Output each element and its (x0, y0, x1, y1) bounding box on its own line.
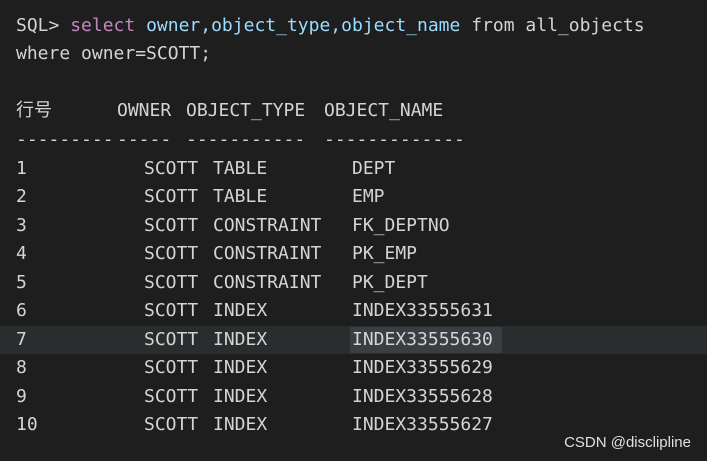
table-row: 1 SCOTT TABLE DEPT (0, 155, 707, 183)
where-clause-line: where owner=SCOTT; (16, 43, 212, 64)
row-number: 2 (16, 186, 27, 207)
row-owner: SCOTT (144, 243, 199, 264)
row-number: 7 (16, 329, 27, 350)
row-object-name: INDEX33555631 (352, 300, 493, 321)
row-object-name: INDEX33555627 (352, 414, 493, 435)
row-object-type: INDEX (213, 300, 268, 321)
row-object-type: CONSTRAINT (213, 215, 322, 236)
header-object-type: OBJECT_TYPE (186, 100, 306, 121)
row-object-type: TABLE (213, 158, 268, 179)
row-number: 8 (16, 357, 27, 378)
separator-owner: ----- (117, 129, 172, 150)
row-number: 1 (16, 158, 27, 179)
row-object-type: INDEX (213, 357, 268, 378)
table-row: 3 SCOTT CONSTRAINT FK_DEPTNO (0, 212, 707, 240)
row-owner: SCOTT (144, 386, 199, 407)
row-number: 6 (16, 300, 27, 321)
row-object-name: PK_EMP (352, 243, 418, 264)
row-owner: SCOTT (144, 215, 199, 236)
sql-query-line: SQL> select owner,object_type,object_nam… (16, 12, 645, 40)
sql-prompt: SQL> (16, 15, 60, 36)
row-number: 10 (16, 414, 38, 435)
separator-rownum: --------- (16, 129, 114, 150)
row-owner: SCOTT (144, 357, 199, 378)
result-header: 行号 OWNER OBJECT_TYPE OBJECT_NAME (0, 97, 707, 125)
row-owner: SCOTT (144, 158, 199, 179)
row-number: 5 (16, 272, 27, 293)
row-object-type: CONSTRAINT (213, 272, 322, 293)
row-object-name: EMP (352, 186, 385, 207)
row-object-name: INDEX33555630 (352, 329, 493, 350)
separator-object-name: ------------- (324, 129, 465, 150)
row-number: 4 (16, 243, 27, 264)
row-owner: SCOTT (144, 329, 199, 350)
from-keyword: from (471, 15, 515, 36)
row-object-type: CONSTRAINT (213, 243, 322, 264)
table-name: all_objects (525, 15, 645, 36)
header-separator: --------- ----- ----------- ------------… (0, 126, 707, 154)
row-object-type: INDEX (213, 329, 268, 350)
row-object-name: DEPT (352, 158, 396, 179)
row-number: 3 (16, 215, 27, 236)
header-owner: OWNER (117, 100, 172, 121)
row-number: 9 (16, 386, 27, 407)
selected-columns: owner,object_type,object_name (146, 15, 461, 36)
watermark: CSDN @disclipline (564, 434, 691, 451)
row-owner: SCOTT (144, 414, 199, 435)
row-object-name: FK_DEPTNO (352, 215, 450, 236)
table-row: 7 SCOTT INDEX INDEX33555630 (0, 326, 707, 354)
table-row: 8 SCOTT INDEX INDEX33555629 (0, 354, 707, 382)
table-row: 2 SCOTT TABLE EMP (0, 183, 707, 211)
row-object-type: INDEX (213, 386, 268, 407)
row-owner: SCOTT (144, 272, 199, 293)
table-row: 9 SCOTT INDEX INDEX33555628 (0, 383, 707, 411)
row-owner: SCOTT (144, 186, 199, 207)
table-row: 5 SCOTT CONSTRAINT PK_DEPT (0, 269, 707, 297)
row-object-name: INDEX33555628 (352, 386, 493, 407)
header-rownum: 行号 (16, 100, 52, 121)
terminal-window: SQL> select owner,object_type,object_nam… (0, 0, 707, 461)
header-object-name: OBJECT_NAME (324, 100, 444, 121)
row-object-type: INDEX (213, 414, 268, 435)
separator-object-type: ----------- (186, 129, 306, 150)
row-object-type: TABLE (213, 186, 268, 207)
table-row: 4 SCOTT CONSTRAINT PK_EMP (0, 240, 707, 268)
select-keyword: select (70, 15, 136, 36)
row-object-name: PK_DEPT (352, 272, 428, 293)
table-row: 6 SCOTT INDEX INDEX33555631 (0, 297, 707, 325)
row-object-name: INDEX33555629 (352, 357, 493, 378)
row-owner: SCOTT (144, 300, 199, 321)
